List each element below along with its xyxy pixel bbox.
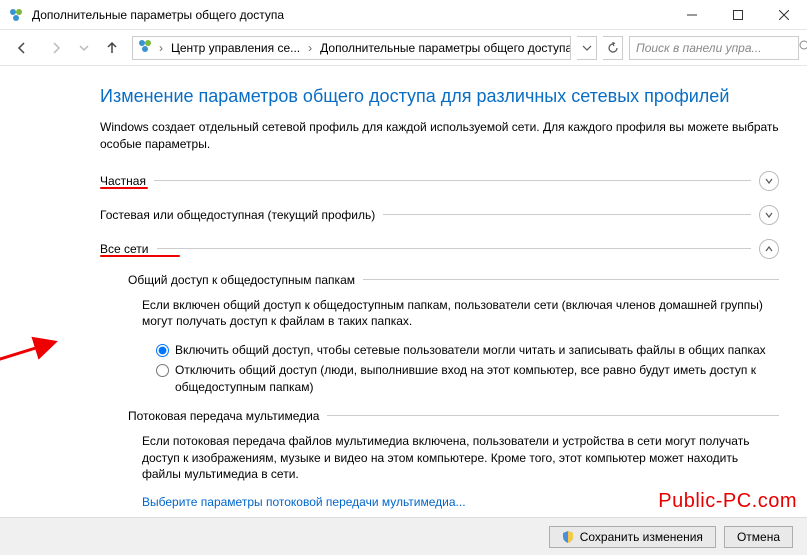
section-all-header[interactable]: Все сети (100, 239, 779, 259)
back-button[interactable] (8, 34, 36, 62)
group-public-title: Общий доступ к общедоступным папкам (128, 273, 363, 287)
breadcrumb-parent[interactable]: Центр управления се... (169, 41, 302, 55)
search-icon (799, 40, 807, 55)
group-media-header: Потоковая передача мультимедиа (128, 409, 779, 423)
breadcrumb-current[interactable]: Дополнительные параметры общего доступа (318, 41, 571, 55)
group-media-title: Потоковая передача мультимедиа (128, 409, 327, 423)
group-public-text: Если включен общий доступ к общедоступны… (142, 297, 779, 331)
chevron-down-icon[interactable] (759, 171, 779, 191)
breadcrumb-sep: › (157, 41, 165, 55)
group-media-text: Если потоковая передача файлов мультимед… (142, 433, 779, 483)
group-public-header: Общий доступ к общедоступным папкам (128, 273, 779, 287)
chevron-up-icon[interactable] (759, 239, 779, 259)
page-heading: Изменение параметров общего доступа для … (100, 86, 779, 107)
search-box[interactable] (629, 36, 799, 60)
chevron-down-icon[interactable] (759, 205, 779, 225)
forward-button[interactable] (42, 34, 70, 62)
divider (363, 279, 779, 280)
address-dropdown[interactable] (577, 36, 597, 60)
radio-public-off-input[interactable] (156, 364, 169, 377)
recent-dropdown[interactable] (76, 34, 92, 62)
radio-public-off[interactable]: Отключить общий доступ (люди, выполнивши… (156, 362, 779, 394)
section-private-title: Частная (100, 174, 154, 188)
titlebar: Дополнительные параметры общего доступа (0, 0, 807, 30)
up-button[interactable] (98, 34, 126, 62)
divider (383, 214, 751, 215)
section-private-header[interactable]: Частная (100, 171, 779, 191)
watermark: Public-PC.com (658, 490, 797, 513)
shield-icon (562, 531, 574, 543)
page-intro: Windows создает отдельный сетевой профил… (100, 119, 779, 153)
refresh-button[interactable] (603, 36, 623, 60)
section-guest-title: Гостевая или общедоступная (текущий проф… (100, 208, 383, 222)
navbar: › Центр управления се... › Дополнительны… (0, 30, 807, 66)
section-guest-header[interactable]: Гостевая или общедоступная (текущий проф… (100, 205, 779, 225)
divider (154, 180, 751, 181)
content-area: Изменение параметров общего доступа для … (0, 66, 807, 517)
app-icon (8, 7, 24, 23)
footer: Сохранить изменения Отмена (0, 517, 807, 555)
section-private: Частная (100, 171, 779, 191)
close-button[interactable] (761, 0, 807, 30)
cancel-button[interactable]: Отмена (724, 526, 793, 548)
annotation-underline (100, 187, 148, 189)
breadcrumb-sep: › (306, 41, 314, 55)
section-all-networks: Все сети Общий доступ к общедоступным па… (100, 239, 779, 510)
radio-public-off-label: Отключить общий доступ (люди, выполнивши… (175, 362, 779, 394)
window-title: Дополнительные параметры общего доступа (32, 8, 669, 22)
divider (157, 248, 752, 249)
save-button[interactable]: Сохранить изменения (549, 526, 716, 548)
section-guest: Гостевая или общедоступная (текущий проф… (100, 205, 779, 225)
minimize-button[interactable] (669, 0, 715, 30)
radio-public-on-input[interactable] (156, 344, 169, 357)
radio-public-on-label: Включить общий доступ, чтобы сетевые пол… (175, 342, 766, 358)
divider (327, 415, 779, 416)
save-button-label: Сохранить изменения (580, 530, 703, 544)
annotation-underline (100, 255, 180, 257)
address-bar[interactable]: › Центр управления се... › Дополнительны… (132, 36, 571, 60)
cancel-button-label: Отмена (737, 530, 780, 544)
media-settings-link[interactable]: Выберите параметры потоковой передачи му… (142, 495, 466, 509)
maximize-button[interactable] (715, 0, 761, 30)
radio-public-on[interactable]: Включить общий доступ, чтобы сетевые пол… (156, 342, 779, 358)
group-public-folders: Общий доступ к общедоступным папкам Если… (128, 273, 779, 395)
annotation-arrow (0, 334, 70, 394)
search-input[interactable] (634, 40, 795, 56)
window-controls (669, 0, 807, 30)
section-all-title: Все сети (100, 242, 157, 256)
address-icon (137, 38, 153, 57)
